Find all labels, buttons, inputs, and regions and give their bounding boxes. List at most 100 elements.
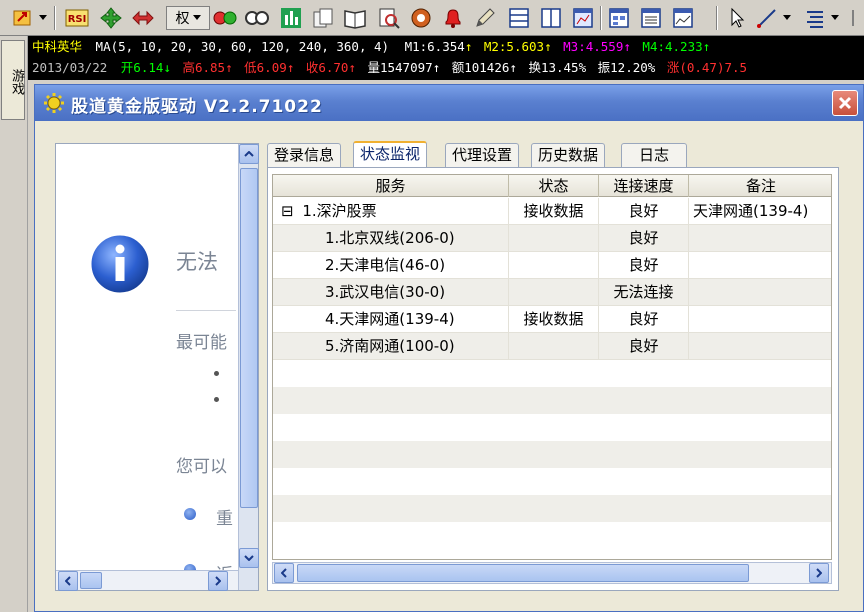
chart-arrow-icon[interactable] [10,5,36,31]
cell-note [689,279,831,306]
quote-high: 高6.85 [182,60,226,75]
scroll-thumb[interactable] [297,564,749,582]
left-pane-vscrollbar[interactable] [238,144,259,590]
ma-m1: M1:6.354 [404,39,465,54]
error-heading: 无法 [176,250,218,274]
chart-bar-icon[interactable] [278,5,304,31]
book-icon[interactable] [342,5,368,31]
glasses-icon[interactable] [244,5,270,31]
scroll-left-button[interactable] [58,571,78,591]
table-row[interactable]: 1.北京双线(206-0) 良好 [273,225,831,252]
double-arrow-icon[interactable] [130,5,156,31]
layout-horizontal-icon[interactable] [506,5,532,31]
close-button[interactable] [832,90,858,116]
cell-note [689,225,831,252]
cell-service: 3.武汉电信(30-0) [273,279,509,306]
cell-service: 2.天津电信(46-0) [273,252,509,279]
quote-low: 低6.09 [244,60,287,75]
window-chart-icon[interactable] [570,5,596,31]
left-pane-hscrollbar[interactable] [56,570,238,591]
scroll-left-button[interactable] [274,563,294,583]
cell-service: 1.深沪股票 [302,202,377,220]
radio-icon[interactable] [408,5,434,31]
tab-proxy-settings[interactable]: 代理设置 [445,143,520,167]
cell-service: 4.天津网通(139-4) [273,306,509,333]
cell-speed: 无法连接 [599,279,689,306]
quote-line-2: 2013/03/22 开6.14↓ 高6.85↑ 低6.09↑ 收6.70↑ 量… [32,58,747,78]
scroll-down-button[interactable] [239,548,259,568]
bell-icon[interactable] [440,5,466,31]
scroll-right-button[interactable] [809,563,829,583]
table-row[interactable]: ⊟ 1.深沪股票 接收数据 良好 天津网通(139-4) [273,198,831,225]
chevron-down-icon [192,15,201,20]
option-retry[interactable]: 重 [216,504,233,529]
dialog-titlebar[interactable]: 股道黄金版驱动 V2.2.71022 [35,85,863,121]
cell-status [509,225,599,252]
scroll-thumb[interactable] [240,168,258,508]
glasses-red-icon[interactable] [212,5,238,31]
window-table-icon[interactable] [638,5,664,31]
chevron-down-icon[interactable] [780,5,794,31]
chevron-up-icon [244,151,254,157]
ma-m3: M3:4.559 [563,39,624,54]
tab-log[interactable]: 日志 [621,143,687,167]
driver-dialog: 股道黄金版驱动 V2.2.71022 无法 最可能 您可以 重 返 [34,84,864,612]
tab-history-data[interactable]: 历史数据 [531,143,606,167]
column-header-service[interactable]: 服务 [273,175,509,197]
grid-hscrollbar[interactable] [272,562,832,584]
arrow-up-icon: ↑ [702,39,711,54]
table-row[interactable]: 3.武汉电信(30-0) 无法连接 [273,279,831,306]
rsi-icon[interactable]: RSI [64,5,90,31]
cell-note [689,252,831,279]
quote-bar: 中科英华 MA(5, 10, 20, 30, 60, 120, 240, 360… [28,36,864,80]
quote-amount: 额101426 [451,60,510,75]
server-status-grid[interactable]: 服务 状态 连接速度 备注 ⊟ 1.深沪股票 接收数据 良好 天津网通(139-… [272,174,832,560]
main-toolbar: RSI 权 [0,0,864,36]
cell-speed: 良好 [599,333,689,360]
table-row[interactable]: 4.天津网通(139-4) 接收数据 良好 [273,306,831,333]
scroll-up-button[interactable] [239,144,259,164]
table-row[interactable]: 5.济南网通(100-0) 良好 [273,333,831,360]
arrow-up-icon: ↑ [432,60,441,75]
column-header-speed[interactable]: 连接速度 [599,175,689,197]
status-monitor-panel: 服务 状态 连接速度 备注 ⊟ 1.深沪股票 接收数据 良好 天津网通(139-… [267,167,839,591]
chevron-down-icon[interactable] [36,5,50,31]
pencil-icon[interactable] [472,5,498,31]
grid-header: 服务 状态 连接速度 备注 [273,175,831,197]
ma-params: MA(5, 10, 20, 30, 60, 120, 240, 360, 4) [95,39,390,54]
copy-icon[interactable] [310,5,336,31]
cell-note [689,333,831,360]
side-tab-game[interactable]: 游戏 [1,40,25,120]
cursor-icon[interactable] [724,5,750,31]
cell-service: 1.北京双线(206-0) [273,225,509,252]
chevron-left-icon [281,568,287,578]
cell-speed: 良好 [599,306,689,333]
collapse-icon[interactable]: ⊟ [281,202,294,220]
window-grid-icon[interactable] [606,5,632,31]
format-icon[interactable] [802,5,828,31]
search-doc-icon[interactable] [376,5,402,31]
tab-status-monitor[interactable]: 状态监视 [353,141,428,168]
cell-speed: 良好 [599,198,689,225]
empty-row [273,441,831,468]
cell-note: 天津网通(139-4) [693,202,809,220]
table-row[interactable]: 2.天津电信(46-0) 良好 [273,252,831,279]
tab-login-info[interactable]: 登录信息 [267,143,342,167]
quan-dropdown[interactable]: 权 [166,6,210,30]
scroll-right-button[interactable] [208,571,228,591]
chevron-down-icon [244,555,254,561]
scroll-thumb[interactable] [80,572,102,589]
line-tool-icon[interactable] [754,5,780,31]
arrow-up-icon: ↑ [623,39,631,54]
window-line-icon[interactable] [670,5,696,31]
layout-vertical-icon[interactable] [538,5,564,31]
more-icon[interactable] [844,5,862,31]
chevron-down-icon[interactable] [828,5,842,31]
cross-move-icon[interactable] [98,5,124,31]
arrow-up-icon: ↑ [225,60,233,75]
ma-m2: M2:5.603 [483,39,545,54]
column-header-status[interactable]: 状态 [509,175,599,197]
column-header-note[interactable]: 备注 [689,175,831,197]
quote-date: 2013/03/22 [32,60,108,75]
quote-turnover: 换13.45% [528,60,587,75]
